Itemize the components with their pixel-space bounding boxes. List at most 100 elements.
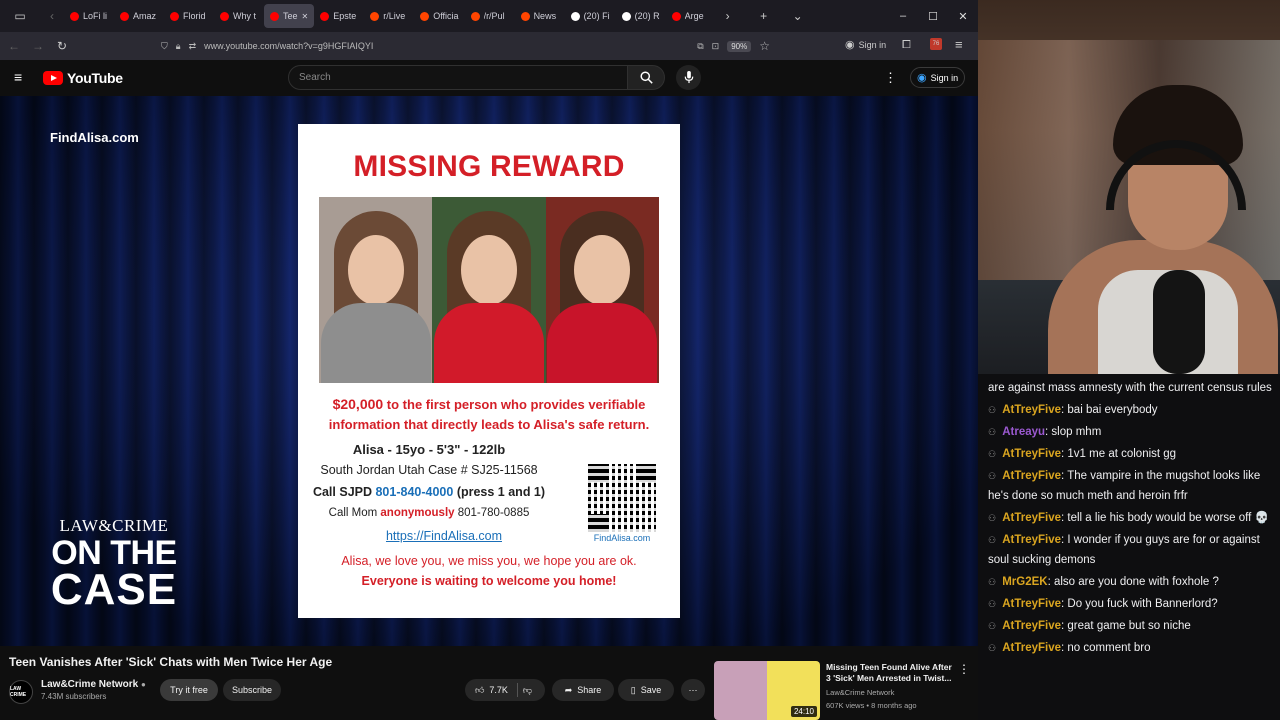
browser-signin[interactable]: Sign in (859, 40, 887, 50)
chat-badge-icon: ⚇ (988, 427, 997, 437)
tab-overview-icon[interactable]: ▭ (0, 9, 40, 23)
save-button[interactable]: ▯ Save (618, 679, 674, 701)
poster-case: South Jordan Utah Case # SJ25-11568 (320, 463, 538, 477)
url-text[interactable]: www.youtube.com/watch?v=g9HGFIAIQYI (204, 41, 373, 51)
tab-label: (20) Fi (583, 11, 610, 21)
zoom-level[interactable]: 90% (727, 40, 752, 52)
law-crime-logo: LAW&CRIME ON THE CASE (34, 516, 194, 614)
thumbs-up-icon[interactable]: 👍︎ (475, 685, 484, 696)
browser-menu-icon[interactable]: ≡ (955, 37, 963, 52)
video-player[interactable]: FindAlisa.com LAW&CRIME ON THE CASE MISS… (0, 96, 978, 646)
tab-favicon-icon (520, 11, 530, 21)
chat-message: ⚇ AtTreyFive: no comment bro (988, 638, 1272, 658)
chat-username[interactable]: AtTreyFive (1002, 620, 1061, 632)
search-input[interactable]: Search (288, 65, 628, 90)
youtube-logo[interactable]: YouTube (43, 70, 123, 86)
youtube-signin-button[interactable]: ◉ Sign in (910, 67, 966, 88)
tab-label: Why t (233, 11, 257, 21)
scroll-tabs-left-icon[interactable]: ‹ (40, 9, 64, 23)
maximize-icon[interactable]: ☐ (918, 10, 948, 23)
reward-amount: $20,000 (332, 396, 384, 412)
extension-badge-icon[interactable]: 76 (930, 38, 942, 50)
lock-icon[interactable]: 🔒︎ (176, 41, 181, 52)
qr-label: FindAlisa.com (593, 533, 651, 543)
account-icon[interactable]: ◉ (845, 38, 855, 51)
tab-label: r/Live (383, 11, 406, 21)
hamburger-menu-icon[interactable]: ≡ (14, 69, 22, 85)
logo-line-3: CASE (50, 565, 178, 614)
close-window-icon[interactable]: ✕ (948, 10, 978, 23)
mom-number: 801-780-0885 (454, 507, 530, 519)
chat-text: : great game but so niche (1061, 620, 1191, 632)
browser-tab[interactable]: /r/Pul (465, 4, 515, 28)
search-button[interactable] (627, 65, 665, 90)
more-actions-button[interactable]: ⋯ (681, 679, 705, 701)
browser-tab[interactable]: (20) R (616, 4, 666, 28)
browser-tab[interactable]: (20) Fi (565, 4, 616, 28)
chat-username[interactable]: Atreayu (1002, 426, 1045, 438)
tab-favicon-icon (570, 11, 580, 21)
streamer-webcam (978, 0, 1280, 374)
channel-name-text[interactable]: Law&Crime Network (41, 679, 138, 690)
browser-tab[interactable]: Epste (314, 4, 364, 28)
recommended-thumbnail[interactable]: 24:10 (714, 661, 820, 720)
chat-username[interactable]: AtTreyFive (1002, 598, 1061, 610)
extensions-icon[interactable]: ⧠ (902, 39, 911, 52)
chat-text: : Do you fuck with Bannerlord? (1061, 598, 1218, 610)
new-tab-icon[interactable]: + (752, 9, 776, 23)
bookmark-star-icon[interactable]: ☆ (759, 39, 770, 53)
browser-tab[interactable]: LoFi li (64, 4, 114, 28)
chat-username[interactable]: AtTreyFive (1002, 448, 1061, 460)
tab-strip: LoFi li Amaz Florid Why t Tee ✕ Epste r/Live Off… (64, 4, 716, 28)
recommended-title[interactable]: Missing Teen Found Alive After 3 'Sick' … (826, 662, 954, 684)
reload-icon[interactable]: ↻ (50, 39, 74, 53)
chat-badge-icon: ⚇ (988, 471, 997, 481)
like-count[interactable]: 7.7K (489, 685, 508, 695)
chat-username[interactable]: AtTreyFive (1002, 534, 1061, 546)
chat-username[interactable]: MrG2EK (1002, 576, 1047, 588)
scroll-tabs-right-icon[interactable]: › (716, 9, 740, 23)
poster-call-mom: Call Mom anonymously 801-780-0885 (238, 507, 620, 519)
poster-link: https://FindAlisa.com (385, 529, 502, 543)
browser-tab[interactable]: News (515, 4, 565, 28)
browser-tab[interactable]: Tee ✕ (264, 4, 315, 28)
browser-tab[interactable]: Amaz (114, 4, 164, 28)
shield-icon[interactable]: ⛉ (161, 41, 168, 52)
permissions-icon[interactable]: ⇄ (189, 41, 197, 52)
recommended-channel[interactable]: Law&Crime Network (826, 688, 894, 697)
browser-tab[interactable]: Officia (414, 4, 464, 28)
close-tab-icon[interactable]: ✕ (302, 12, 309, 21)
youtube-settings-icon[interactable]: ⋮ (884, 70, 897, 86)
picture-in-picture-icon[interactable]: ⧉ (697, 41, 703, 52)
share-button[interactable]: ➦ Share (552, 679, 614, 701)
chat-username[interactable]: AtTreyFive (1002, 404, 1061, 416)
browser-tab[interactable]: r/Live (364, 4, 414, 28)
url-bar[interactable]: ⛉ 🔒︎ ⇄ www.youtube.com/watch?v=g9HGFIAIQ… (155, 36, 770, 56)
recommended-menu-icon[interactable]: ⋮ (958, 662, 970, 676)
chat-username[interactable]: AtTreyFive (1002, 512, 1061, 524)
chat-badge-icon: ⚇ (988, 643, 997, 653)
chat-badge-icon: ⚇ (988, 577, 997, 587)
chat-badge-icon: ⚇ (988, 535, 997, 545)
subscribe-button[interactable]: Subscribe (223, 679, 281, 701)
browser-tab[interactable]: Florid (164, 4, 214, 28)
chat-text: : slop mhm (1045, 426, 1102, 438)
screenshot-icon[interactable]: ⊡ (712, 41, 720, 52)
verified-icon: ● (141, 680, 146, 689)
try-free-button[interactable]: Try it free (160, 679, 218, 701)
browser-tab[interactable]: Why t (214, 4, 264, 28)
voice-search-button[interactable] (676, 65, 701, 90)
mom-prefix: Call Mom (328, 507, 381, 519)
minimize-icon[interactable]: – (888, 10, 918, 22)
chat-username[interactable]: AtTreyFive (1002, 470, 1061, 482)
chat-username[interactable]: AtTreyFive (1002, 642, 1061, 654)
browser-tab[interactable]: Arge (666, 4, 716, 28)
site-overlay-text: FindAlisa.com (50, 130, 139, 145)
forward-icon[interactable]: → (26, 39, 50, 53)
tab-label: Tee (283, 11, 298, 21)
thumbs-down-icon[interactable]: 👎︎ (523, 685, 532, 696)
back-icon[interactable]: ← (2, 39, 26, 53)
channel-name[interactable]: Law&Crime Network ● (41, 679, 146, 690)
channel-avatar[interactable]: LAW CRIME (9, 680, 33, 704)
tab-list-icon[interactable]: ⌄ (786, 9, 810, 23)
